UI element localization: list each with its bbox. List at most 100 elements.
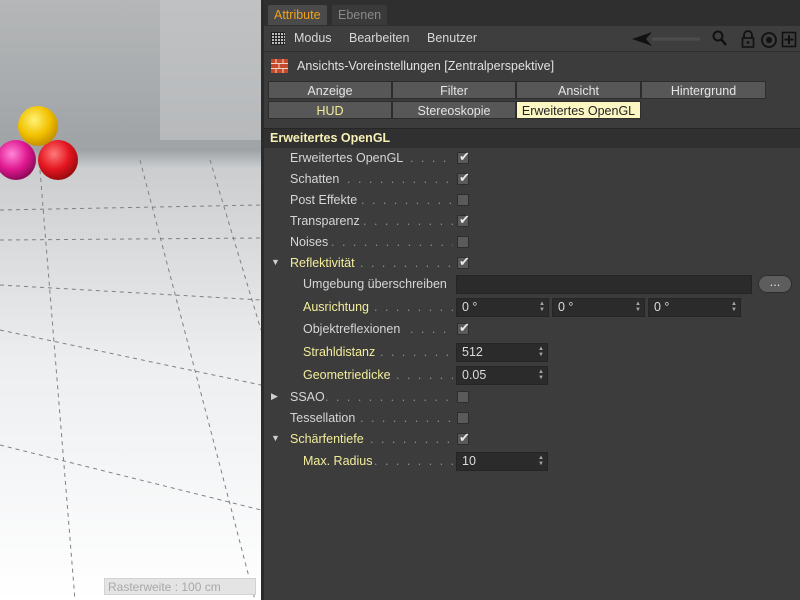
row-tessellation: Tessellation . . . . . . . . . . . . [264,408,800,429]
spinner-icon[interactable]: ▲ ▼ [538,455,544,467]
checkbox-schatten[interactable]: ✔ [457,170,470,185]
checkbox-tessellation[interactable] [457,412,469,424]
leader-dots: . . . . . . . . . . . . [363,214,453,228]
row-objektreflexionen: Objektreflexionen . . . . . . ✔ [264,319,800,340]
tab-filter[interactable]: Filter [392,81,516,99]
tab-ansicht[interactable]: Ansicht [516,81,641,99]
tab-stereoskopie[interactable]: Stereoskopie [392,101,516,119]
checkmark-icon: ✔ [459,149,470,164]
app-window: Rasterweite : 100 cm Attribute Ebenen Mo… [0,0,800,600]
yellow-ball [18,106,58,146]
expand-arrow-icon[interactable]: ▼ [271,257,280,267]
leader-dots: . . . . . . . . . . . . . . . . [331,235,453,249]
target-icon[interactable] [760,29,778,49]
menu-modus[interactable]: Modus [294,31,332,45]
label-transparenz: Transparenz [290,214,360,228]
label-post-effekte: Post Effekte [290,193,358,207]
tab-ebenen[interactable]: Ebenen [332,5,388,25]
section-header: Erweitertes OpenGL [264,128,800,148]
label-ssao: SSAO [290,390,325,404]
checkbox-noises[interactable] [457,236,469,248]
label-geometriedicke: Geometriedicke [303,368,391,382]
checkbox-ssao[interactable] [457,391,469,403]
menu-bearbeiten[interactable]: Bearbeiten [349,31,409,45]
tab-hud[interactable]: HUD [268,101,392,119]
section-title: Erweitertes OpenGL [270,131,391,145]
row-geometriedicke: Geometriedicke . . . . . . . . . 0.05 ▲▼ [264,365,800,386]
leader-dots: . . . . . . . . . . . . [360,411,453,425]
label-reflektivitaet: Reflektivität [290,256,355,270]
ausrichtung-b-field[interactable]: 0 ° ▲ ▼ [648,298,741,317]
checkbox-post-effekte[interactable] [457,194,469,206]
search-icon[interactable] [712,29,728,49]
tab-attribute[interactable]: Attribute [268,5,327,25]
row-umgebung-ueberschreiben: Umgebung überschreiben ... [264,274,800,295]
leader-dots: . . . . . . . . . [396,368,453,382]
tab-hintergrund[interactable]: Hintergrund [641,81,766,99]
strahldistanz-field[interactable]: 512 ▲ ▼ [456,343,548,362]
label-schatten: Schatten [290,172,340,186]
row-post-effekte: Post Effekte . . . . . . . . . . . [264,190,800,211]
lock-icon[interactable] [740,29,756,49]
spinner-icon[interactable]: ▲ ▼ [538,369,544,381]
row-max-radius: Max. Radius . . . . . . . . . . . 10 ▲▼ [264,451,800,472]
spinner-icon[interactable]: ▲ ▼ [635,301,641,313]
menu-benutzer[interactable]: Benutzer [427,31,477,45]
label-erweitertes-opengl: Erweitertes OpenGL [290,151,404,165]
grid-icon[interactable] [271,32,285,45]
label-umgebung-ueberschreiben: Umgebung überschreiben [303,277,447,291]
leader-dots: . . . . . . . . . . . [370,432,453,446]
leader-dots: . . . . . . . . . . [380,345,453,359]
leader-dots: . . . . . . . . . . . [361,193,453,207]
collapse-arrow-icon[interactable]: ▶ [271,391,278,402]
tab-bar: Attribute Ebenen [264,0,800,26]
label-tessellation: Tessellation [290,411,356,425]
ausrichtung-p-field[interactable]: 0 ° ▲ ▼ [552,298,645,317]
tab-anzeige[interactable]: Anzeige [268,81,392,99]
new-panel-icon[interactable] [781,29,797,49]
raster-width-label: Rasterweite : 100 cm [104,578,256,595]
max-radius-field[interactable]: 10 ▲ ▼ [456,452,548,471]
ausrichtung-b-value: 0 ° [654,300,670,314]
spinner-icon[interactable]: ▲ ▼ [539,301,545,313]
checkmark-icon: ✔ [459,430,470,445]
leader-dots: . . . . . . . . . . . . . . [347,172,453,186]
label-ausrichtung: Ausrichtung [303,300,370,314]
row-noises: Noises . . . . . . . . . . . . . . . . [264,232,800,253]
max-radius-value: 10 [462,454,476,468]
label-objektreflexionen: Objektreflexionen [303,322,401,336]
geometriedicke-field[interactable]: 0.05 ▲ ▼ [456,366,548,385]
row-ssao: ▶ SSAO . . . . . . . . . . . . . . . . . [264,387,800,408]
checkmark-icon: ✔ [459,320,470,335]
checkbox-objektreflexionen[interactable]: ✔ [457,320,470,335]
label-max-radius: Max. Radius [303,454,373,468]
spinner-icon[interactable]: ▲ ▼ [538,346,544,358]
checkbox-reflektivitaet[interactable]: ✔ [457,254,470,269]
checkbox-transparenz[interactable]: ✔ [457,212,470,227]
row-erweitertes-opengl: Erweitertes OpenGL . . . . . . ✔ [264,148,800,169]
leader-dots: . . . . . . . . . . [374,300,453,314]
spinner-icon[interactable]: ▲ ▼ [731,301,737,313]
row-strahldistanz: Strahldistanz . . . . . . . . . . 512 ▲▼ [264,342,800,363]
leader-dots: . . . . . . . . . . . [360,256,453,270]
checkbox-erweitertes-opengl[interactable]: ✔ [457,149,470,164]
row-ausrichtung: Ausrichtung . . . . . . . . . . 0 ° ▲▼ 0… [264,297,800,318]
viewport[interactable]: Rasterweite : 100 cm [0,0,261,600]
checkmark-icon: ✔ [459,254,470,269]
row-transparenz: Transparenz . . . . . . . . . . . . ✔ [264,211,800,232]
attribute-panel: Attribute Ebenen Modus Bearbeiten Benutz… [264,0,800,600]
browse-button[interactable]: ... [758,275,792,293]
checkbox-schaerfentiefe[interactable]: ✔ [457,430,470,445]
row-schatten: Schatten . . . . . . . . . . . . . . ✔ [264,169,800,190]
expand-arrow-icon[interactable]: ▼ [271,433,280,443]
ausrichtung-p-value: 0 ° [558,300,574,314]
tab-erweitertes-opengl[interactable]: Erweitertes OpenGL [516,101,641,119]
ausrichtung-h-field[interactable]: 0 ° ▲ ▼ [456,298,549,317]
viewport-scene [0,0,261,600]
back-arrow-icon[interactable] [630,29,702,49]
checkmark-icon: ✔ [459,170,470,185]
umgebung-field[interactable] [456,275,752,294]
label-schaerfentiefe: Schärfentiefe [290,432,364,446]
strahldistanz-value: 512 [462,345,483,359]
object-header: Ansichts-Voreinstellungen [Zentralperspe… [264,52,800,78]
